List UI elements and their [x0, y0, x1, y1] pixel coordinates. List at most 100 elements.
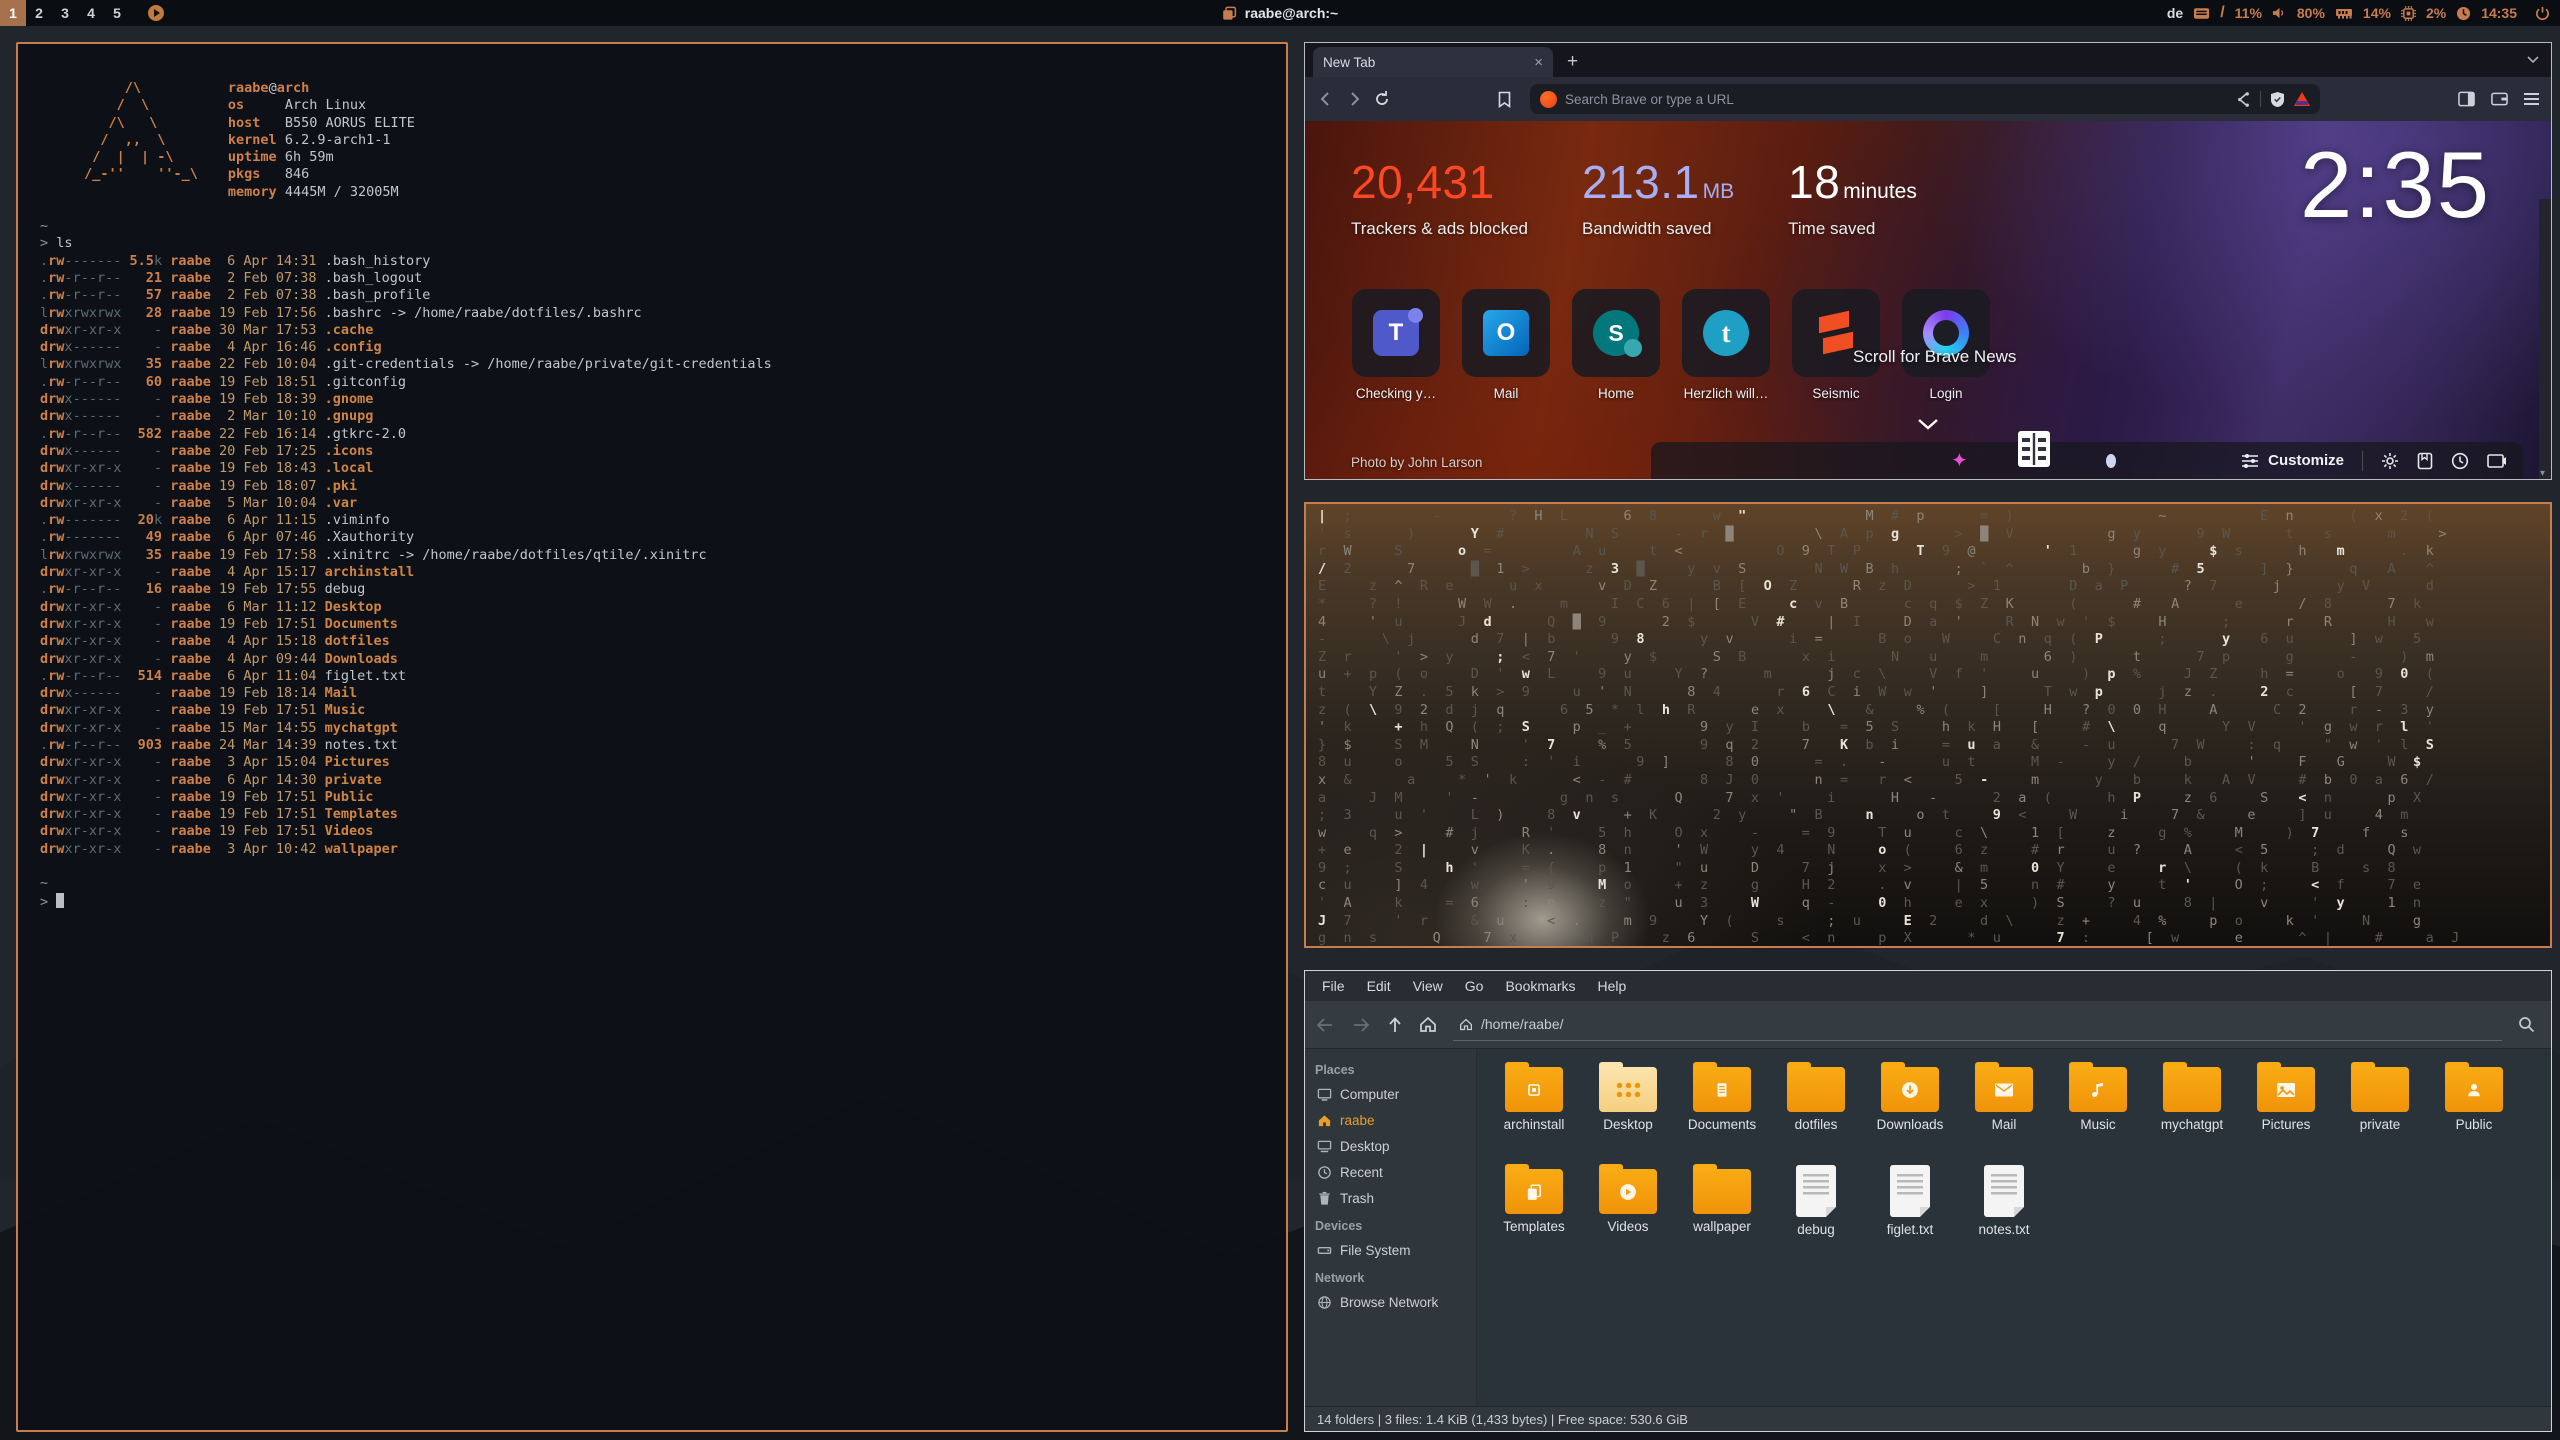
shortcut-outlook[interactable]: Mail: [1461, 289, 1551, 401]
keyboard-layout[interactable]: de: [2167, 5, 2183, 21]
brave-news-chevron-icon[interactable]: [1917, 417, 1939, 435]
fm-path-bar[interactable]: /home/raabe/: [1453, 1009, 2502, 1041]
shortcut-tumblr[interactable]: Herzlich will…: [1681, 289, 1771, 401]
brave-shield-icon[interactable]: [2270, 91, 2285, 108]
wallet-icon[interactable]: [2491, 91, 2508, 107]
fm-home-button[interactable]: [1419, 1016, 1437, 1033]
back-button[interactable]: [1317, 90, 1335, 108]
workspace-4[interactable]: 4: [78, 0, 104, 26]
reload-button[interactable]: [1373, 90, 1391, 108]
fm-item-downloads[interactable]: Downloads: [1864, 1061, 1956, 1159]
fm-menu-file[interactable]: File: [1311, 978, 1356, 994]
brave-rewards-icon[interactable]: [2294, 92, 2310, 106]
shortcut-seismic[interactable]: Seismic: [1791, 289, 1881, 401]
ls-row: drwxr-xr-x - raabe 19 Feb 17:51 Document…: [40, 616, 1264, 633]
workspace-3[interactable]: 3: [52, 0, 78, 26]
url-bar[interactable]: Search Brave or type a URL: [1530, 84, 2320, 114]
settings-gear-icon[interactable]: [2381, 452, 2399, 470]
ls-row: drwx------ - raabe 4 Apr 16:46 .config: [40, 339, 1264, 356]
tab-search-chevron-icon[interactable]: [2527, 51, 2539, 69]
fm-sidebar-item-browse-network[interactable]: Browse Network: [1305, 1289, 1476, 1315]
sidebar-panel-icon[interactable]: [2458, 91, 2475, 107]
ls-row: .rw------- 49 raabe 6 Apr 07:46 .Xauthor…: [40, 529, 1264, 546]
fm-sidebar-item-recent[interactable]: Recent: [1305, 1159, 1476, 1185]
fm-menu-bookmarks[interactable]: Bookmarks: [1494, 978, 1586, 994]
ls-row: drwxr-xr-x - raabe 19 Feb 17:51 Template…: [40, 806, 1264, 823]
shortcut-sharepoint[interactable]: Home: [1571, 289, 1661, 401]
memory-value[interactable]: 14%: [2363, 5, 2391, 21]
shortcut-teams[interactable]: Checking y…: [1351, 289, 1441, 401]
power-icon[interactable]: [2535, 6, 2550, 21]
folder-icon: [2257, 1067, 2315, 1112]
matrix-terminal-window[interactable]: | ; - ? H L 6 8 w " M # p = ) ~ E n ( x …: [1304, 502, 2552, 948]
menu-icon[interactable]: [2524, 93, 2539, 105]
history-icon[interactable]: [2451, 452, 2469, 470]
fm-item-dotfiles[interactable]: dotfiles: [1770, 1061, 1862, 1159]
ls-row: .rw-r--r-- 16 raabe 19 Feb 17:55 debug: [40, 581, 1264, 598]
brave-browser-window[interactable]: New Tab × + Search Brave or type a URL: [1304, 42, 2552, 480]
fm-item-public[interactable]: Public: [2428, 1061, 2520, 1159]
fm-menu-edit[interactable]: Edit: [1356, 978, 1402, 994]
fm-item-music[interactable]: Music: [2052, 1061, 2144, 1159]
fm-item-videos[interactable]: Videos: [1582, 1163, 1674, 1261]
brave-news-book-icon[interactable]: [2014, 425, 2054, 474]
matrix-output: | ; - ? H L 6 8 w " M # p = ) ~ E n ( x …: [1306, 504, 2550, 948]
tab-close-icon[interactable]: ×: [1534, 54, 1543, 71]
ls-row: drwxr-xr-x - raabe 6 Mar 11:12 Desktop: [40, 599, 1264, 616]
fm-sidebar-item-raabe[interactable]: raabe: [1305, 1107, 1476, 1133]
share-icon[interactable]: [2236, 92, 2251, 107]
fm-item-desktop[interactable]: Desktop: [1582, 1061, 1674, 1159]
photo-credit: Photo by John Larson: [1351, 455, 1482, 470]
fm-up-button[interactable]: [1387, 1016, 1403, 1034]
fm-menu-help[interactable]: Help: [1587, 978, 1638, 994]
fm-sidebar: PlacesComputerraabeDesktopRecentTrashDev…: [1305, 1049, 1477, 1406]
fm-search-icon[interactable]: [2518, 1016, 2541, 1033]
fm-forward-button[interactable]: [1351, 1017, 1371, 1033]
window-copy-icon: [1222, 6, 1237, 21]
fm-item-figlet-txt[interactable]: figlet.txt: [1864, 1163, 1956, 1261]
fm-sidebar-item-trash[interactable]: Trash: [1305, 1185, 1476, 1211]
brave-search-icon: [1540, 91, 1557, 108]
fm-menu-go[interactable]: Go: [1454, 978, 1495, 994]
fm-item-documents[interactable]: Documents: [1676, 1061, 1768, 1159]
new-tab-button[interactable]: +: [1567, 51, 1578, 77]
ls-row: lrwxrwxrwx 35 raabe 22 Feb 10:04 .git-cr…: [40, 356, 1264, 373]
fm-sidebar-item-file-system[interactable]: File System: [1305, 1237, 1476, 1263]
customize-button[interactable]: Customize: [2241, 452, 2344, 469]
terminal-window[interactable]: /\ / \ /\ \ / ,, \ / | | -\ /_-'' ''-_\ …: [16, 42, 1288, 1432]
fm-sidebar-item-desktop[interactable]: Desktop: [1305, 1133, 1476, 1159]
fm-item-debug[interactable]: debug: [1770, 1163, 1862, 1261]
workspace-5[interactable]: 5: [104, 0, 130, 26]
fm-item-private[interactable]: private: [2334, 1061, 2426, 1159]
file-manager-window[interactable]: FileEditViewGoBookmarksHelp /home/raabe/…: [1304, 970, 2552, 1432]
sharepoint-icon: [1593, 310, 1639, 356]
volume-value[interactable]: 80%: [2297, 5, 2325, 21]
bookmark-icon[interactable]: [1497, 91, 1512, 108]
workspace-2[interactable]: 2: [26, 0, 52, 26]
forward-button[interactable]: [1345, 90, 1363, 108]
launcher-icon[interactable]: [148, 5, 164, 21]
screen-cast-icon[interactable]: [2487, 453, 2507, 469]
fm-item-archinstall[interactable]: archinstall: [1488, 1061, 1580, 1159]
fm-menu-view[interactable]: View: [1402, 978, 1454, 994]
fm-item-mychatgpt[interactable]: mychatgpt: [2146, 1061, 2238, 1159]
cpu-value[interactable]: 2%: [2426, 5, 2446, 21]
brightness-value[interactable]: 11%: [2235, 5, 2262, 21]
stats-row: 20,431Trackers & ads blocked213.1MBBandw…: [1351, 155, 1917, 239]
shortcut-loop[interactable]: Login: [1901, 289, 1991, 401]
browser-scrollbar[interactable]: [2539, 199, 2551, 479]
prompt-input[interactable]: >: [40, 893, 1264, 911]
tab-new-tab[interactable]: New Tab ×: [1313, 47, 1553, 77]
fm-item-templates[interactable]: Templates: [1488, 1163, 1580, 1261]
clock-value: 14:35: [2481, 5, 2517, 21]
fm-item-wallpaper[interactable]: wallpaper: [1676, 1163, 1768, 1261]
fm-item-notes-txt[interactable]: notes.txt: [1958, 1163, 2050, 1261]
ls-row: .rw------- 20k raabe 6 Apr 11:15 .viminf…: [40, 512, 1264, 529]
save-bookmark-icon[interactable]: [2417, 452, 2433, 470]
tab-title: New Tab: [1323, 55, 1375, 70]
fm-back-button[interactable]: [1315, 1017, 1335, 1033]
fm-item-mail[interactable]: Mail: [1958, 1061, 2050, 1159]
fm-item-pictures[interactable]: Pictures: [2240, 1061, 2332, 1159]
workspace-1[interactable]: 1: [0, 0, 26, 26]
fm-sidebar-item-computer[interactable]: Computer: [1305, 1081, 1476, 1107]
